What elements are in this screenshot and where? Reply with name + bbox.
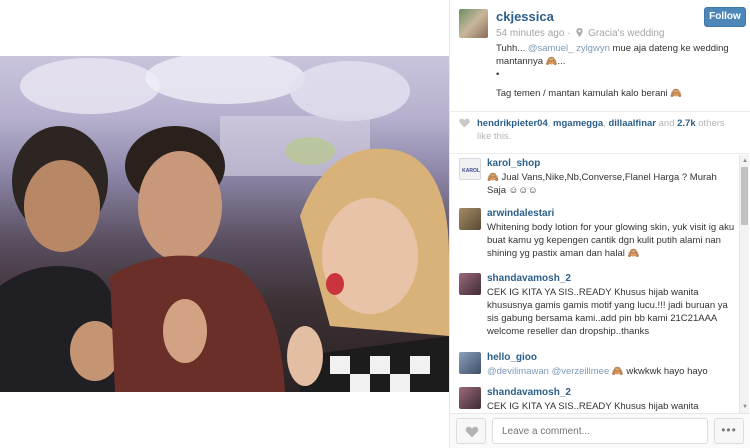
comments-scrollbar[interactable]: ▲ ▼ bbox=[739, 155, 749, 413]
heart-icon bbox=[465, 426, 479, 438]
comment-text: Whitening body lotion for your glowing s… bbox=[487, 222, 735, 259]
comment-text: CEK IG KITA YA SIS..READY Khusus hijab w… bbox=[487, 287, 728, 337]
commenter-username[interactable]: hello_gioo bbox=[487, 352, 537, 363]
caption-text: Tuhh... bbox=[496, 43, 528, 54]
comments-list[interactable]: KAROL karol_shop 🙈 Jual Vans,Nike,Nb,Con… bbox=[450, 155, 750, 413]
commenter-avatar[interactable] bbox=[459, 352, 481, 374]
commenter-username[interactable]: shandavamosh_2 bbox=[487, 387, 571, 398]
post-details-panel: ckjessica 54 minutes ago · Gracia's wedd… bbox=[450, 0, 750, 448]
follow-button[interactable]: Follow bbox=[704, 7, 746, 27]
like-button[interactable] bbox=[456, 418, 486, 444]
heart-icon bbox=[459, 118, 470, 128]
map-pin-icon bbox=[576, 28, 583, 37]
commenter-username[interactable]: shandavamosh_2 bbox=[487, 273, 571, 284]
commenter-avatar[interactable] bbox=[459, 208, 481, 230]
scroll-up-arrow-icon[interactable]: ▲ bbox=[741, 157, 749, 165]
commenter-avatar[interactable] bbox=[459, 273, 481, 295]
karol-shop-logo-icon: KAROL bbox=[462, 168, 480, 174]
comment-text-rest: 🙈 wkwkwk hayo hayo bbox=[609, 366, 708, 377]
caption-mention-2[interactable]: zylgwyn bbox=[576, 43, 610, 54]
liker-2[interactable]: mgamegga bbox=[553, 118, 603, 129]
likes-text: hendrikpieter04, mgamegga, dillaalfinar … bbox=[477, 118, 725, 142]
commenter-avatar[interactable]: KAROL bbox=[459, 158, 481, 180]
ellipsis-icon[interactable]: ••• bbox=[714, 418, 744, 444]
meta-separator: · bbox=[567, 28, 571, 39]
post-time[interactable]: 54 minutes ago bbox=[496, 28, 564, 39]
comment-mention-2[interactable]: @verzeillmee bbox=[552, 366, 610, 377]
comment-text: CEK IG KITA YA SIS..READY Khusus hijab w… bbox=[487, 401, 699, 412]
comment-footer: ••• bbox=[450, 413, 750, 448]
comment-mention[interactable]: @devilimawan bbox=[487, 366, 549, 377]
liker-3[interactable]: dillaalfinar bbox=[608, 118, 656, 129]
likes-count[interactable]: 2.7k bbox=[677, 118, 696, 129]
svg-text:KAROL: KAROL bbox=[462, 168, 480, 174]
post-meta: 54 minutes ago · Gracia's wedding bbox=[496, 28, 664, 39]
scroll-down-arrow-icon[interactable]: ▼ bbox=[741, 403, 749, 411]
caption-bullet: • bbox=[496, 69, 500, 80]
comment-text: @devilimawan @verzeillmee 🙈 wkwkwk hayo … bbox=[487, 365, 737, 378]
commenter-username[interactable]: arwindalestari bbox=[487, 208, 554, 219]
likes-section: hendrikpieter04, mgamegga, dillaalfinar … bbox=[450, 112, 750, 154]
post-photo[interactable] bbox=[0, 56, 449, 392]
caption-mention[interactable]: @samuel_ bbox=[528, 43, 574, 54]
photo-illustration bbox=[0, 56, 449, 392]
comment-input[interactable] bbox=[492, 418, 708, 444]
commenter-avatar[interactable] bbox=[459, 387, 481, 409]
likes-and: and bbox=[655, 118, 678, 129]
author-username[interactable]: ckjessica bbox=[496, 9, 554, 24]
liker-1[interactable]: hendrikpieter04 bbox=[477, 118, 548, 129]
caption-line-2: Tag temen / mantan kamulah kalo berani 🙈 bbox=[496, 88, 683, 99]
post-caption: Tuhh... @samuel_ zylgwyn mue aja dateng … bbox=[496, 42, 742, 100]
comment-text: 🙈 Jual Vans,Nike,Nb,Converse,Flanel Harg… bbox=[487, 172, 717, 196]
post-location[interactable]: Gracia's wedding bbox=[588, 28, 664, 39]
photo-pane bbox=[0, 0, 449, 448]
scrollbar-thumb[interactable] bbox=[741, 167, 748, 225]
post-header: ckjessica 54 minutes ago · Gracia's wedd… bbox=[450, 0, 750, 112]
author-avatar[interactable] bbox=[459, 9, 488, 38]
commenter-username[interactable]: karol_shop bbox=[487, 158, 540, 169]
